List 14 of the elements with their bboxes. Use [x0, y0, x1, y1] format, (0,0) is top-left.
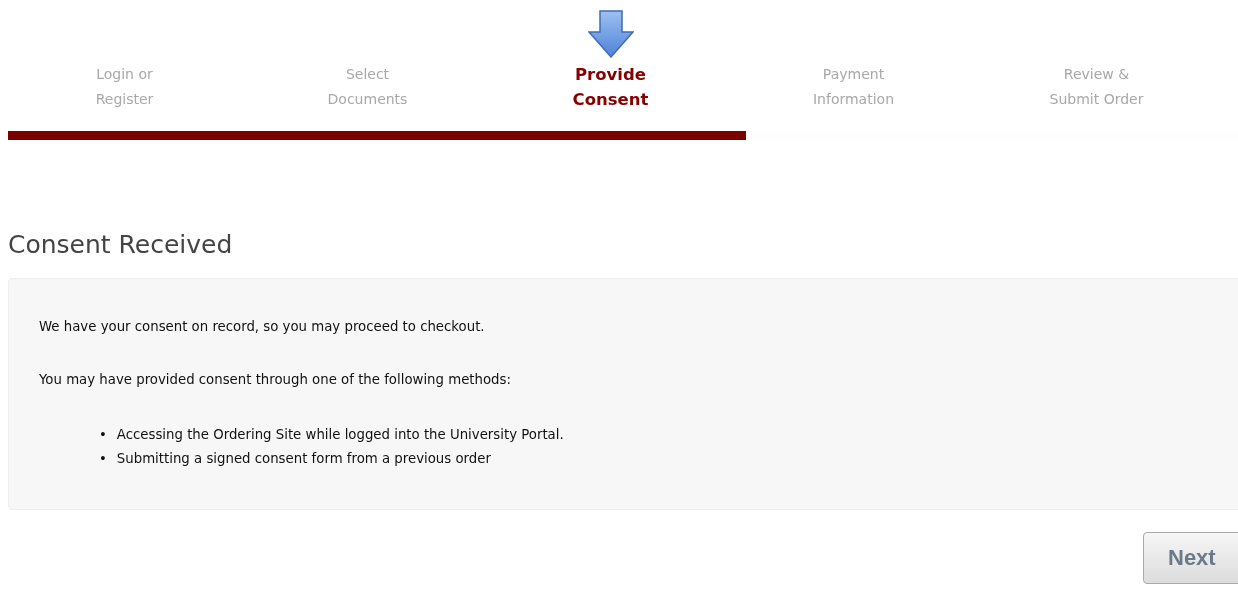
step-tab[interactable]: Review & Submit Order: [1049, 62, 1144, 112]
step-tab[interactable]: Select Documents: [327, 62, 408, 112]
panel-text: You may have provided consent through one of the following methods:: [39, 370, 512, 389]
down-arrow-icon: [587, 10, 634, 58]
method-item: Accessing the Ordering Site while logged into the University Portal.: [116, 425, 564, 444]
step-tab[interactable]: Payment Information: [812, 62, 894, 112]
panel-text: We have your consent on record, so you may proceed to checkout.: [39, 318, 486, 336]
page-heading: Consent Received: [8, 229, 234, 261]
next-button[interactable]: Next: [1143, 531, 1238, 584]
step-tab[interactable]: Provide Consent: [572, 62, 649, 112]
bullet: •: [99, 425, 107, 444]
step-tab[interactable]: Login or Register: [95, 62, 154, 112]
method-item: Submitting a signed consent form from a previous order: [116, 449, 491, 468]
bullet: •: [99, 449, 107, 468]
